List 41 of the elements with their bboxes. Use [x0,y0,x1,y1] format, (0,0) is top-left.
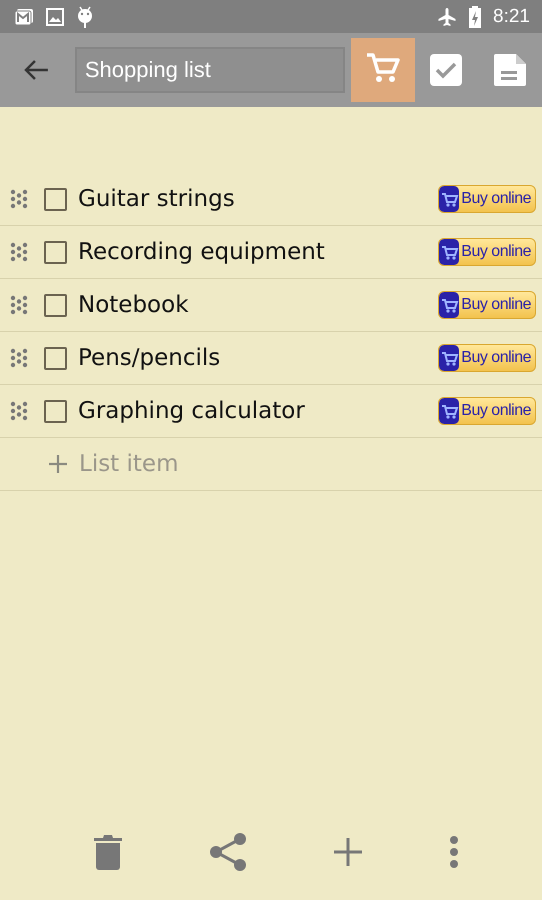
add-icon[interactable] [48,454,68,474]
cart-icon [439,186,460,212]
buy-online-button[interactable]: Buy online [438,344,536,372]
checkbox[interactable] [44,400,67,422]
buy-online-button[interactable]: Buy online [438,291,536,319]
airplane-icon [437,6,458,26]
checkbox[interactable] [44,346,67,370]
cart-icon [439,345,460,371]
drag-handle-icon[interactable] [10,348,28,368]
android-icon [76,6,94,28]
buy-online-button[interactable]: Buy online [438,238,536,266]
item-text: Recording equipment [78,239,326,265]
checkbox[interactable] [44,240,67,264]
drag-handle-icon[interactable] [10,401,28,421]
cart-icon [439,239,460,265]
drag-handle-icon[interactable] [10,295,28,315]
item-text: Pens/pencils [78,345,222,371]
item-text: Graphing calculator [78,398,306,424]
more-icon[interactable] [449,835,459,869]
item-text: Notebook [78,292,190,318]
buy-online-button[interactable]: Buy online [438,397,536,425]
add-icon[interactable] [333,837,363,867]
drag-handle-icon[interactable] [10,189,28,209]
document-icon [492,52,528,88]
mail-icon [14,8,34,26]
checkbox[interactable] [44,188,67,210]
buy-online-button[interactable]: Buy online [438,185,536,213]
add-item-field[interactable]: List item [79,451,379,477]
item-text: Guitar strings [78,186,236,212]
trash-icon[interactable] [93,834,123,870]
checkbox-icon [428,52,464,88]
battery-charging-icon [469,6,482,28]
drag-handle-icon[interactable] [10,242,28,262]
checkbox[interactable] [44,294,67,316]
cart-icon [439,292,460,318]
image-icon [46,8,64,26]
back-icon[interactable] [24,59,50,81]
mode-button[interactable] [350,38,415,102]
status-time: 8:21 [493,6,530,28]
share-icon[interactable] [209,833,247,871]
cart-icon [439,398,460,424]
